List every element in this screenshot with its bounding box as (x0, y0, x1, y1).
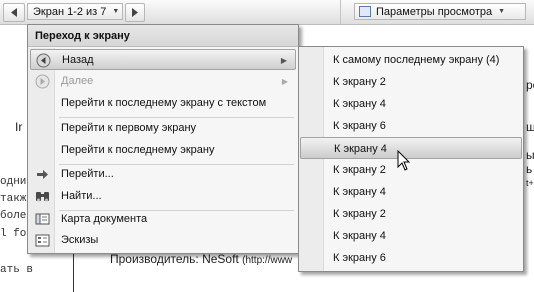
back-arrow-icon (36, 53, 51, 68)
submenu-item-label: К экрану 6 (333, 120, 386, 132)
menu-item-find[interactable]: Найти... (30, 186, 296, 207)
submenu-item-label: К экрану 4 (333, 186, 386, 198)
submenu-item-label: К экрану 2 (333, 76, 386, 88)
menu-item-forward[interactable]: Далее ▶ (30, 71, 296, 92)
submenu-item-screen[interactable]: К экрану 4 (300, 93, 522, 115)
goto-screen-menu: Переход к экрану Назад ▶ Далее ▶ Перейти… (27, 24, 299, 254)
page-selector-dropdown[interactable]: Экран 1-2 из 7 ▼ (27, 3, 123, 20)
triangle-right-icon (132, 8, 138, 17)
previous-screen-button[interactable] (3, 3, 25, 22)
submenu-item-screen[interactable]: К экрану 2 (300, 203, 522, 225)
submenu-item-label: К самому последнему экрану (4) (333, 54, 500, 66)
menu-item-label: Перейти... (61, 168, 114, 180)
background-text: ш (526, 120, 534, 134)
menu-item-back[interactable]: Назад ▶ (30, 49, 296, 70)
submenu-item-label: К экрану 2 (333, 208, 386, 220)
submenu-item-screen-highlighted[interactable]: К экрану 4 (300, 137, 522, 159)
dropdown-arrow-icon: ▼ (498, 8, 506, 15)
view-options-button[interactable]: Параметры просмотра ▼ (354, 3, 526, 20)
view-options-label: Параметры просмотра (376, 5, 493, 18)
menu-item-label: Перейти к последнему экрану (61, 144, 215, 156)
submenu-arrow-icon: ▶ (281, 77, 288, 86)
view-options-icon (359, 6, 371, 17)
submenu-item-screen[interactable]: К экрану 6 (300, 115, 522, 137)
menu-item-last-text-screen[interactable]: Перейти к последнему экрану с текстом (30, 93, 296, 114)
submenu-item-label: К экрану 2 (333, 164, 386, 176)
background-text: ь (526, 162, 533, 176)
back-history-submenu: К самому последнему экрану (4) К экрану … (298, 46, 524, 272)
submenu-item-screen[interactable]: К экрану 4 (300, 225, 522, 247)
page-selector-label: Экран 1-2 из 7 (33, 5, 107, 18)
background-text: боле (0, 210, 27, 222)
next-screen-button[interactable] (125, 3, 145, 22)
menu-item-label: Карта документа (61, 213, 148, 225)
background-text: t+ (526, 178, 534, 188)
submenu-item-most-recent[interactable]: К самому последнему экрану (4) (300, 49, 522, 71)
submenu-item-label: К экрану 6 (333, 252, 386, 264)
producer-label: Производитель: NeSoft (110, 252, 239, 266)
triangle-left-icon (11, 8, 17, 17)
dropdown-arrow-icon: ▼ (112, 8, 120, 15)
submenu-item-label: К экрану 4 (334, 143, 387, 155)
background-text: ать в (0, 264, 34, 276)
menu-item-thumbnails[interactable]: Эскизы (30, 230, 296, 251)
menu-item-label: Далее (61, 75, 94, 87)
binoculars-icon (36, 192, 49, 202)
menu-item-goto[interactable]: Перейти... (30, 164, 296, 185)
goto-arrow-icon (37, 170, 48, 179)
background-text: Ir (15, 120, 23, 134)
producer-text: Производитель: NeSoft (http://www (110, 252, 292, 266)
producer-url: (http://www (242, 255, 293, 266)
menu-item-label: Перейти к последнему экрану с текстом (61, 97, 267, 109)
submenu-item-label: К экрану 4 (333, 230, 386, 242)
mouse-pointer-icon (397, 150, 411, 171)
menu-item-last-screen[interactable]: Перейти к последнему экрану (30, 140, 296, 161)
forward-arrow-icon (35, 74, 50, 89)
menu-item-first-screen[interactable]: Перейти к первому экрану (30, 118, 296, 139)
background-text: такж (0, 193, 27, 205)
submenu-item-screen[interactable]: К экрану 2 (300, 71, 522, 93)
submenu-item-label: К экрану 4 (333, 98, 386, 110)
thumbnails-icon (35, 234, 50, 247)
menu-title: Переход к экрану (28, 25, 298, 47)
menu-item-label: Перейти к первому экрану (61, 122, 197, 134)
menu-item-label: Назад (62, 54, 94, 66)
menu-item-document-map[interactable]: Карта документа (30, 209, 296, 230)
menu-item-label: Эскизы (61, 234, 99, 246)
background-text: одни (0, 176, 27, 188)
submenu-item-screen[interactable]: К экрану 4 (300, 181, 522, 203)
background-text: ре (526, 78, 534, 92)
reading-toolbar: Экран 1-2 из 7 ▼ Параметры просмотра ▼ (0, 0, 534, 25)
toolbar-separator (340, 0, 341, 24)
submenu-item-screen[interactable]: К экрану 6 (300, 247, 522, 269)
submenu-item-screen[interactable]: К экрану 2 (300, 159, 522, 181)
document-map-icon (35, 213, 50, 225)
submenu-arrow-icon: ▶ (280, 56, 287, 65)
menu-item-label: Найти... (61, 190, 102, 202)
background-text: ы (526, 148, 534, 162)
